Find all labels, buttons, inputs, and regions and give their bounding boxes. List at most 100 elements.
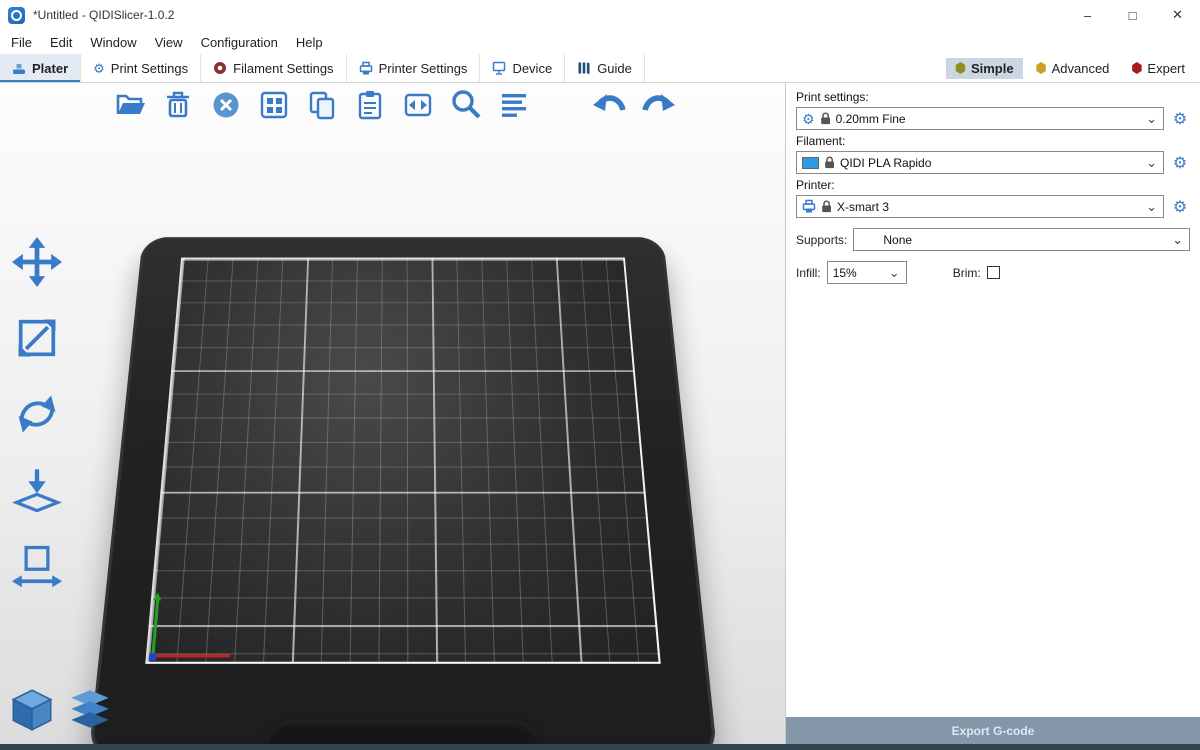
paste-icon xyxy=(354,89,386,121)
viewport-3d[interactable] xyxy=(0,83,785,744)
tab-print-settings[interactable]: ⚙ Print Settings xyxy=(81,54,201,82)
move-button[interactable] xyxy=(8,233,66,291)
supports-value: None xyxy=(859,233,1167,247)
tab-label: Guide xyxy=(597,61,632,76)
layers-lines-icon xyxy=(498,89,530,121)
scale-button[interactable] xyxy=(8,309,66,367)
print-bed[interactable] xyxy=(118,195,688,740)
chevron-down-icon: ⌄ xyxy=(889,268,901,278)
top-toolbar xyxy=(112,87,676,123)
origin-indicator xyxy=(149,653,157,660)
place-on-face-icon xyxy=(12,465,62,515)
open-folder-icon xyxy=(114,89,146,121)
tab-filament-settings[interactable]: Filament Settings xyxy=(201,54,346,82)
layers-stack-icon xyxy=(68,688,112,732)
menu-file[interactable]: File xyxy=(2,33,41,52)
brim-checkbox[interactable] xyxy=(987,266,1000,279)
menubar: File Edit Window View Configuration Help xyxy=(0,30,1200,54)
filament-value: QIDI PLA Rapido xyxy=(840,156,1141,170)
print-settings-combo[interactable]: ⚙ 0.20mm Fine ⌄ xyxy=(796,107,1164,130)
tab-plater[interactable]: Plater xyxy=(0,54,81,82)
lock-icon xyxy=(821,200,832,213)
editor-view-button[interactable] xyxy=(8,686,56,734)
lock-icon xyxy=(820,112,831,125)
filament-color-swatch xyxy=(802,157,819,169)
scale-icon xyxy=(12,313,62,363)
tab-guide[interactable]: Guide xyxy=(565,54,645,82)
gear-icon: ⚙ xyxy=(802,112,815,126)
minimize-button[interactable]: – xyxy=(1065,0,1110,30)
main-area: Print settings: ⚙ 0.20mm Fine ⌄ ⚙ Filame… xyxy=(0,83,1200,744)
trash-icon xyxy=(162,89,194,121)
view-mode-buttons xyxy=(8,686,114,734)
tabbar: Plater ⚙ Print Settings Filament Setting… xyxy=(0,54,1200,83)
copy-button[interactable] xyxy=(304,87,340,123)
delete-button[interactable] xyxy=(160,87,196,123)
close-button[interactable]: ✕ xyxy=(1155,0,1200,30)
copy-icon xyxy=(306,89,338,121)
tab-label: Device xyxy=(512,61,552,76)
split-icon xyxy=(402,89,434,121)
menu-help[interactable]: Help xyxy=(287,33,332,52)
print-settings-label: Print settings: xyxy=(796,90,1190,104)
menu-window[interactable]: Window xyxy=(81,33,145,52)
printer-detail-button[interactable]: ⚙ xyxy=(1170,197,1190,217)
menu-configuration[interactable]: Configuration xyxy=(192,33,287,52)
window-controls: – □ ✕ xyxy=(1065,0,1200,30)
settings-panel: Print settings: ⚙ 0.20mm Fine ⌄ ⚙ Filame… xyxy=(785,83,1200,744)
tab-label: Print Settings xyxy=(111,61,188,76)
maximize-button[interactable]: □ xyxy=(1110,0,1155,30)
3d-cube-icon xyxy=(10,688,54,732)
chevron-down-icon: ⌄ xyxy=(1146,114,1158,124)
rotate-button[interactable] xyxy=(8,385,66,443)
search-button[interactable] xyxy=(448,87,484,123)
menu-view[interactable]: View xyxy=(146,33,192,52)
chevron-down-icon: ⌄ xyxy=(1172,235,1184,245)
delete-all-button[interactable] xyxy=(208,87,244,123)
print-settings-value: 0.20mm Fine xyxy=(836,112,1142,126)
mode-switcher: Simple Advanced Expert xyxy=(946,54,1200,82)
device-icon xyxy=(492,61,506,76)
tab-printer-settings[interactable]: Printer Settings xyxy=(347,54,481,82)
mode-advanced[interactable]: Advanced xyxy=(1027,58,1119,79)
variable-layer-height-button[interactable] xyxy=(496,87,532,123)
simple-mode-dot-icon xyxy=(955,62,966,74)
filament-detail-button[interactable]: ⚙ xyxy=(1170,153,1190,173)
filament-combo[interactable]: QIDI PLA Rapido ⌄ xyxy=(796,151,1164,174)
advanced-mode-dot-icon xyxy=(1036,62,1047,74)
left-toolbar xyxy=(8,233,66,595)
tab-device[interactable]: Device xyxy=(480,54,565,82)
open-file-button[interactable] xyxy=(112,87,148,123)
infill-combo[interactable]: 15% ⌄ xyxy=(827,261,907,284)
chevron-down-icon: ⌄ xyxy=(1146,158,1158,168)
menu-edit[interactable]: Edit xyxy=(41,33,81,52)
plater-icon xyxy=(12,61,26,76)
place-on-face-button[interactable] xyxy=(8,461,66,519)
tab-label: Plater xyxy=(32,61,68,76)
preview-view-button[interactable] xyxy=(66,686,114,734)
tab-label: Printer Settings xyxy=(379,61,468,76)
undo-button[interactable] xyxy=(592,87,628,123)
print-settings-detail-button[interactable]: ⚙ xyxy=(1170,109,1190,129)
chevron-down-icon: ⌄ xyxy=(1146,202,1158,212)
paste-button[interactable] xyxy=(352,87,388,123)
split-button[interactable] xyxy=(400,87,436,123)
arrange-icon xyxy=(258,89,290,121)
export-gcode-button[interactable]: Export G-code xyxy=(786,717,1200,744)
x-axis-indicator xyxy=(151,654,230,657)
supports-combo[interactable]: None ⌄ xyxy=(853,228,1190,251)
lock-icon xyxy=(824,156,835,169)
expert-mode-dot-icon xyxy=(1131,62,1142,74)
redo-button[interactable] xyxy=(640,87,676,123)
arrange-button[interactable] xyxy=(256,87,292,123)
settings-panel-content: Print settings: ⚙ 0.20mm Fine ⌄ ⚙ Filame… xyxy=(786,83,1200,717)
mode-expert[interactable]: Expert xyxy=(1122,58,1194,79)
measure-button[interactable] xyxy=(8,537,66,595)
y-axis-indicator xyxy=(151,599,159,657)
printer-combo[interactable]: X-smart 3 ⌄ xyxy=(796,195,1164,218)
rotate-icon xyxy=(12,389,62,439)
delete-all-icon xyxy=(210,89,242,121)
supports-label: Supports: xyxy=(796,233,847,247)
mode-simple[interactable]: Simple xyxy=(946,58,1023,79)
infill-label: Infill: xyxy=(796,266,821,280)
